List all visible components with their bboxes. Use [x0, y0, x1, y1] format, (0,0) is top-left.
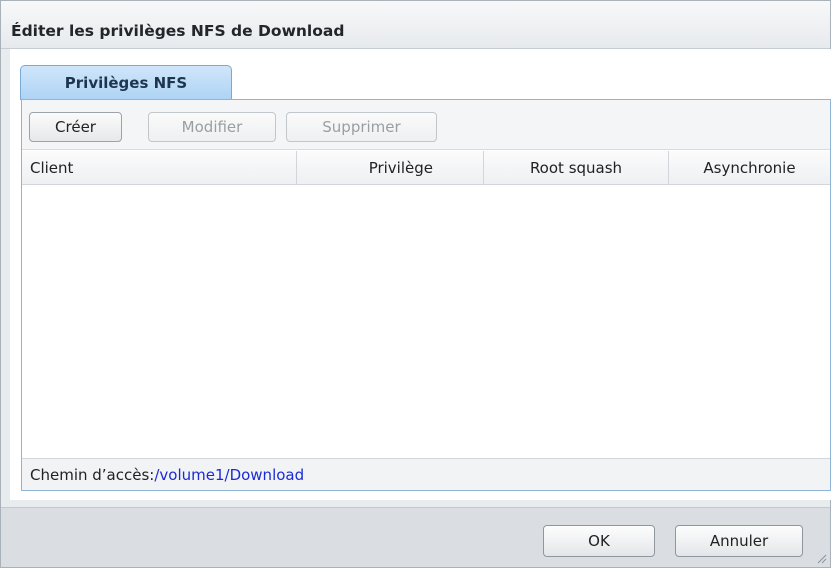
dialog-title: Éditer les privilèges NFS de Download: [11, 22, 345, 40]
dialog-footer: OK Annuler: [1, 507, 830, 567]
grid-toolbar: Créer Modifier Supprimer: [22, 100, 830, 150]
column-header-privilege-label: Privilège: [368, 159, 433, 177]
delete-button[interactable]: Supprimer: [286, 112, 437, 142]
create-button[interactable]: Créer: [29, 112, 122, 142]
column-header-privilege[interactable]: Privilège: [297, 151, 484, 185]
nfs-privileges-dialog: Éditer les privilèges NFS de Download Pr…: [0, 0, 831, 568]
grid-body[interactable]: [22, 186, 830, 458]
grid-header: Client Privilège Root squash Asynchronie: [22, 151, 830, 185]
nfs-privileges-panel: Créer Modifier Supprimer Client Privilèg…: [21, 99, 831, 491]
tab-nfs-privileges[interactable]: Privilèges NFS: [20, 65, 232, 100]
column-header-asynchrony[interactable]: Asynchronie: [669, 151, 830, 185]
tab-nfs-privileges-label: Privilèges NFS: [64, 74, 188, 92]
path-value: /volume1/Download: [154, 465, 305, 484]
resize-grip-icon[interactable]: [815, 552, 827, 564]
modify-button[interactable]: Modifier: [148, 112, 276, 142]
column-header-client-label: Client: [30, 159, 74, 177]
column-header-root-squash[interactable]: Root squash: [484, 151, 669, 185]
ok-button[interactable]: OK: [543, 525, 655, 557]
column-header-client[interactable]: Client: [22, 151, 297, 185]
column-header-asynchrony-label: Asynchronie: [703, 159, 796, 177]
column-header-root-squash-label: Root squash: [529, 159, 623, 177]
path-label: Chemin d’accès:: [30, 465, 155, 484]
dialog-titlebar[interactable]: Éditer les privilèges NFS de Download: [1, 1, 830, 49]
cancel-button[interactable]: Annuler: [675, 525, 803, 557]
path-bar: Chemin d’accès: /volume1/Download: [22, 458, 830, 490]
